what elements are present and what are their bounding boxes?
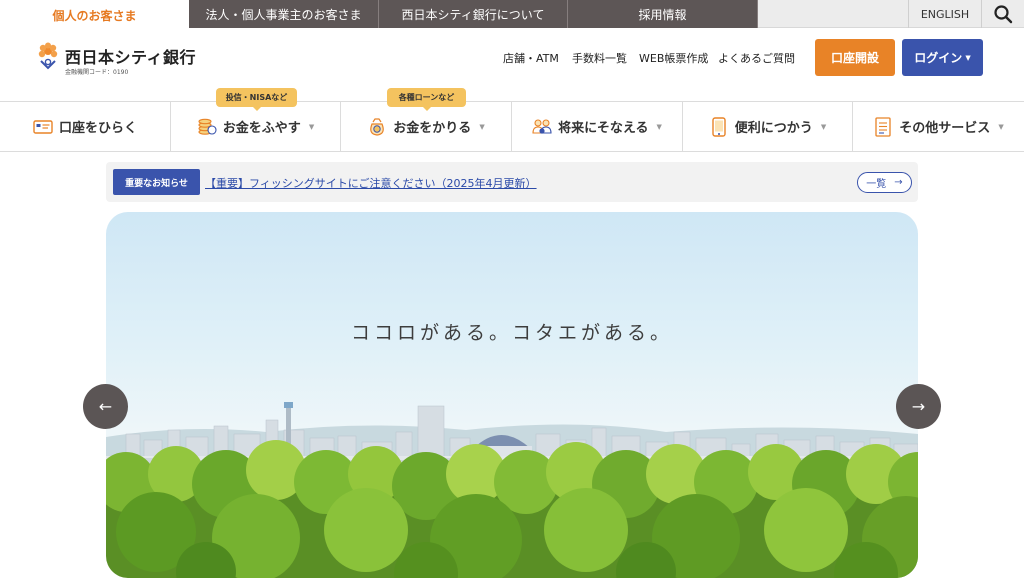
arrow-right-icon: → [911, 397, 926, 416]
carousel-prev-button[interactable]: ← [83, 384, 128, 429]
nav-tag-investment: 投信・NISAなど [216, 88, 297, 111]
hero-slogan: ココロがある。コタエがある。 [350, 322, 673, 344]
nav-open-account[interactable]: 口座をひらく [0, 102, 171, 151]
arrow-right-icon: → [894, 177, 903, 188]
bank-logo[interactable]: 西日本シティ銀行 金融機関コード：0190 [36, 40, 196, 78]
link-faq[interactable]: よくあるご質問 [718, 50, 795, 66]
nav-label: その他サービス [899, 121, 991, 136]
bank-name: 西日本シティ銀行 [65, 48, 197, 67]
chevron-down-icon: ▼ [998, 122, 1004, 131]
logo-mark-icon [38, 42, 58, 70]
family-icon [532, 117, 552, 137]
tab-business[interactable]: 法人・個人事業主のお客さま [189, 0, 379, 28]
login-label: ログイン [914, 51, 963, 65]
smartphone-icon [709, 116, 729, 137]
hero-carousel: ココロがある。コタエがある。 [106, 212, 918, 578]
search-icon [994, 5, 1013, 24]
link-fees[interactable]: 手数料一覧 [572, 50, 627, 66]
phishing-notice-link[interactable]: 【重要】フィッシングサイトにご注意ください（2025年4月更新） [205, 175, 537, 191]
nav-label: 将来にそなえる [558, 121, 649, 136]
document-icon [873, 116, 893, 137]
carousel-next-button[interactable]: → [896, 384, 941, 429]
tab-about-bank[interactable]: 西日本シティ銀行について [379, 0, 568, 28]
tab-personal[interactable]: 個人のお客さま [0, 0, 189, 29]
card-icon [33, 117, 53, 137]
notice-list-button[interactable]: 一覧 → [857, 172, 912, 193]
city-forest-image [106, 402, 918, 578]
open-account-button[interactable]: 口座開設 [815, 39, 895, 76]
important-notice-badge: 重要なお知らせ [113, 169, 200, 195]
search-button[interactable] [982, 0, 1024, 28]
english-link[interactable]: ENGLISH [908, 0, 982, 28]
top-tab-bar: 個人のお客さま 法人・個人事業主のお客さま 西日本シティ銀行について 採用情報 … [0, 0, 1024, 29]
nav-prepare-future[interactable]: 将来にそなえる ▼ [512, 102, 683, 151]
institution-code: 金融機関コード：0190 [65, 69, 129, 76]
money-bag-icon [367, 117, 387, 137]
chevron-down-icon: ▼ [820, 122, 827, 131]
nav-label: お金をふやす [222, 121, 301, 136]
chevron-down-icon: ▼ [479, 122, 485, 131]
coins-icon [197, 117, 217, 137]
nav-tag-loans: 各種ローンなど [387, 88, 466, 111]
nav-label: お金をかりる [393, 121, 472, 136]
chevron-down-icon: ▼ [656, 122, 662, 131]
nav-label: 口座をひらく [58, 121, 137, 136]
caret-down-icon: ▼ [965, 53, 971, 62]
nav-label: 便利につかう [734, 121, 813, 136]
nav-convenient-use[interactable]: 便利につかう ▼ [683, 102, 853, 151]
important-notice-bar: 重要なお知らせ 【重要】フィッシングサイトにご注意ください（2025年4月更新）… [106, 162, 918, 202]
arrow-left-icon: ← [98, 397, 113, 416]
tab-recruitment[interactable]: 採用情報 [568, 0, 758, 28]
chevron-down-icon: ▼ [308, 122, 315, 131]
link-branch-atm[interactable]: 店舗・ATM [503, 50, 559, 66]
link-web-forms[interactable]: WEB帳票作成 [639, 50, 708, 66]
login-button[interactable]: ログイン ▼ [902, 39, 983, 76]
main-navigation: 口座をひらく お金をふやす ▼ お金をかりる ▼ 将来にそなえる ▼ 便利につか… [0, 101, 1024, 152]
notice-list-label: 一覧 [866, 179, 887, 190]
nav-other-services[interactable]: その他サービス ▼ [853, 102, 1024, 151]
